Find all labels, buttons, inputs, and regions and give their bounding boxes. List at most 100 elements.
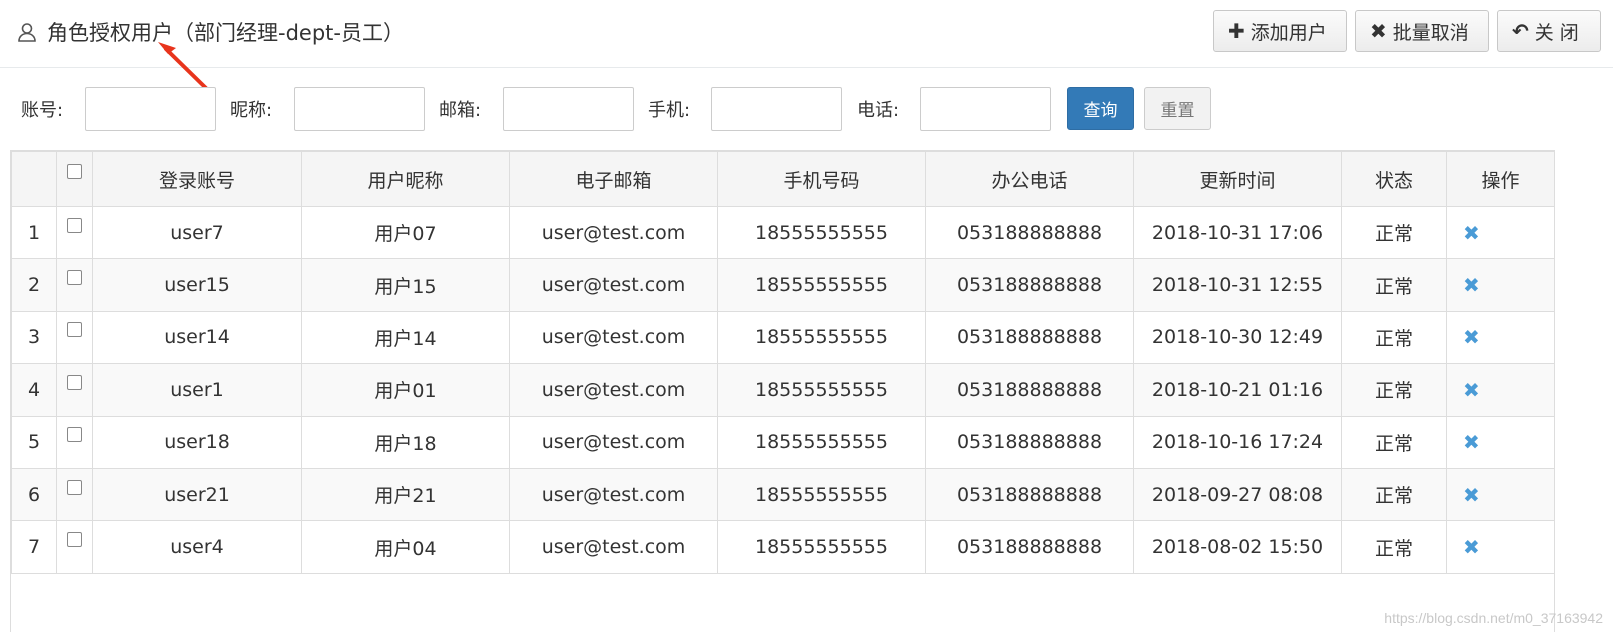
row-index: 5	[11, 415, 57, 469]
cell-account: user15	[92, 258, 302, 312]
table-row[interactable]: 1 user7 用户07 user@test.com 18555555555 0…	[11, 205, 1555, 260]
cell-actions: ✖	[1446, 415, 1555, 469]
cell-phone: 053188888888	[925, 310, 1134, 365]
select-all-cell	[56, 151, 93, 207]
column-header-nickname[interactable]: 用户昵称	[301, 151, 510, 207]
add-user-button[interactable]: ✚ 添加用户	[1213, 10, 1347, 52]
row-index: 6	[11, 467, 57, 522]
email-input[interactable]	[503, 87, 634, 131]
column-header-mobile[interactable]: 手机号码	[717, 151, 926, 207]
delete-icon[interactable]: ✖	[1463, 273, 1480, 297]
row-checkbox[interactable]	[67, 479, 82, 495]
cell-nickname: 用户07	[301, 205, 510, 260]
column-header-updated[interactable]: 更新时间	[1133, 151, 1342, 207]
add-user-label: 添加用户	[1250, 21, 1327, 44]
cell-updated: 2018-10-21 01:16	[1133, 363, 1342, 417]
email-label: 邮箱:	[439, 100, 482, 121]
table-row[interactable]: 2 user15 用户15 user@test.com 18555555555 …	[11, 258, 1555, 312]
cell-mobile: 18555555555	[717, 415, 926, 469]
cell-mobile: 18555555555	[717, 205, 926, 260]
cell-actions: ✖	[1446, 258, 1555, 312]
row-checkbox[interactable]	[67, 532, 82, 548]
row-index: 3	[11, 310, 57, 365]
column-header-status[interactable]: 状态	[1341, 151, 1447, 207]
cell-mobile: 18555555555	[717, 467, 926, 522]
cell-phone: 053188888888	[925, 520, 1134, 574]
row-select-cell	[56, 363, 93, 417]
column-header-email[interactable]: 电子邮箱	[509, 151, 718, 207]
cell-status: 正常	[1341, 258, 1447, 312]
phone-input[interactable]	[920, 87, 1051, 131]
cell-email: user@test.com	[509, 363, 718, 417]
cell-phone: 053188888888	[925, 205, 1134, 260]
cell-status: 正常	[1341, 520, 1447, 574]
delete-icon[interactable]: ✖	[1463, 430, 1480, 454]
cell-nickname: 用户18	[301, 415, 510, 469]
cell-email: user@test.com	[509, 467, 718, 522]
row-checkbox[interactable]	[67, 374, 82, 390]
row-select-cell	[56, 205, 93, 260]
table-header-row: 登录账号 用户昵称 电子邮箱 手机号码 办公电话 更新时间 状态 操作	[11, 151, 1555, 207]
cell-account: user7	[92, 205, 302, 260]
row-checkbox[interactable]	[67, 270, 82, 286]
user-icon	[16, 21, 38, 43]
row-index: 7	[11, 520, 57, 574]
row-checkbox[interactable]	[67, 217, 82, 233]
table-row[interactable]: 6 user21 用户21 user@test.com 18555555555 …	[11, 467, 1555, 522]
cell-account: user1	[92, 363, 302, 417]
delete-icon[interactable]: ✖	[1463, 535, 1480, 559]
cell-email: user@test.com	[509, 205, 718, 260]
mobile-label: 手机:	[648, 100, 691, 121]
cell-account: user21	[92, 467, 302, 522]
header-toolbar: ✚ 添加用户 ✖ 批量取消 ↶ 关 闭	[1213, 10, 1601, 52]
batch-cancel-button[interactable]: ✖ 批量取消	[1355, 10, 1489, 52]
cell-account: user4	[92, 520, 302, 574]
cell-mobile: 18555555555	[717, 258, 926, 312]
nickname-label: 昵称:	[230, 100, 273, 121]
page-title: 角色授权用户（部门经理-dept-员工）	[47, 21, 404, 45]
row-checkbox[interactable]	[67, 427, 82, 443]
table-row[interactable]: 3 user14 用户14 user@test.com 18555555555 …	[11, 310, 1555, 365]
close-button[interactable]: ↶ 关 闭	[1497, 10, 1601, 52]
select-all-checkbox[interactable]	[67, 164, 82, 179]
cell-phone: 053188888888	[925, 415, 1134, 469]
cell-actions: ✖	[1446, 520, 1555, 574]
row-select-cell	[56, 310, 93, 365]
cell-updated: 2018-10-31 17:06	[1133, 205, 1342, 260]
delete-icon[interactable]: ✖	[1463, 325, 1480, 349]
row-checkbox[interactable]	[67, 322, 82, 338]
account-input[interactable]	[85, 87, 216, 131]
cell-nickname: 用户01	[301, 363, 510, 417]
table-row[interactable]: 4 user1 用户01 user@test.com 18555555555 0…	[11, 363, 1555, 417]
column-header-phone[interactable]: 办公电话	[925, 151, 1134, 207]
plus-icon: ✚	[1228, 19, 1245, 43]
query-button[interactable]: 查询	[1067, 87, 1134, 130]
cell-status: 正常	[1341, 310, 1447, 365]
table-row[interactable]: 7 user4 用户04 user@test.com 18555555555 0…	[11, 520, 1555, 574]
delete-icon[interactable]: ✖	[1463, 378, 1480, 402]
cell-nickname: 用户21	[301, 467, 510, 522]
delete-icon[interactable]: ✖	[1463, 483, 1480, 507]
nickname-input[interactable]	[294, 87, 425, 131]
cell-email: user@test.com	[509, 310, 718, 365]
cell-status: 正常	[1341, 205, 1447, 260]
reset-button[interactable]: 重置	[1144, 87, 1211, 130]
table-row[interactable]: 5 user18 用户18 user@test.com 18555555555 …	[11, 415, 1555, 469]
mobile-input[interactable]	[711, 87, 842, 131]
cell-actions: ✖	[1446, 310, 1555, 365]
user-table-container: 登录账号 用户昵称 电子邮箱 手机号码 办公电话 更新时间 状态 操作 1 us…	[10, 150, 1555, 632]
cell-status: 正常	[1341, 415, 1447, 469]
cell-status: 正常	[1341, 363, 1447, 417]
cell-phone: 053188888888	[925, 258, 1134, 312]
cell-updated: 2018-09-27 08:08	[1133, 467, 1342, 522]
cell-updated: 2018-10-31 12:55	[1133, 258, 1342, 312]
cell-phone: 053188888888	[925, 363, 1134, 417]
row-select-cell	[56, 467, 93, 522]
delete-icon[interactable]: ✖	[1463, 221, 1480, 245]
column-header-account[interactable]: 登录账号	[92, 151, 302, 207]
cell-actions: ✖	[1446, 363, 1555, 417]
close-label: 关 闭	[1534, 21, 1579, 44]
cell-phone: 053188888888	[925, 467, 1134, 522]
phone-label: 电话:	[857, 100, 900, 121]
cell-mobile: 18555555555	[717, 310, 926, 365]
